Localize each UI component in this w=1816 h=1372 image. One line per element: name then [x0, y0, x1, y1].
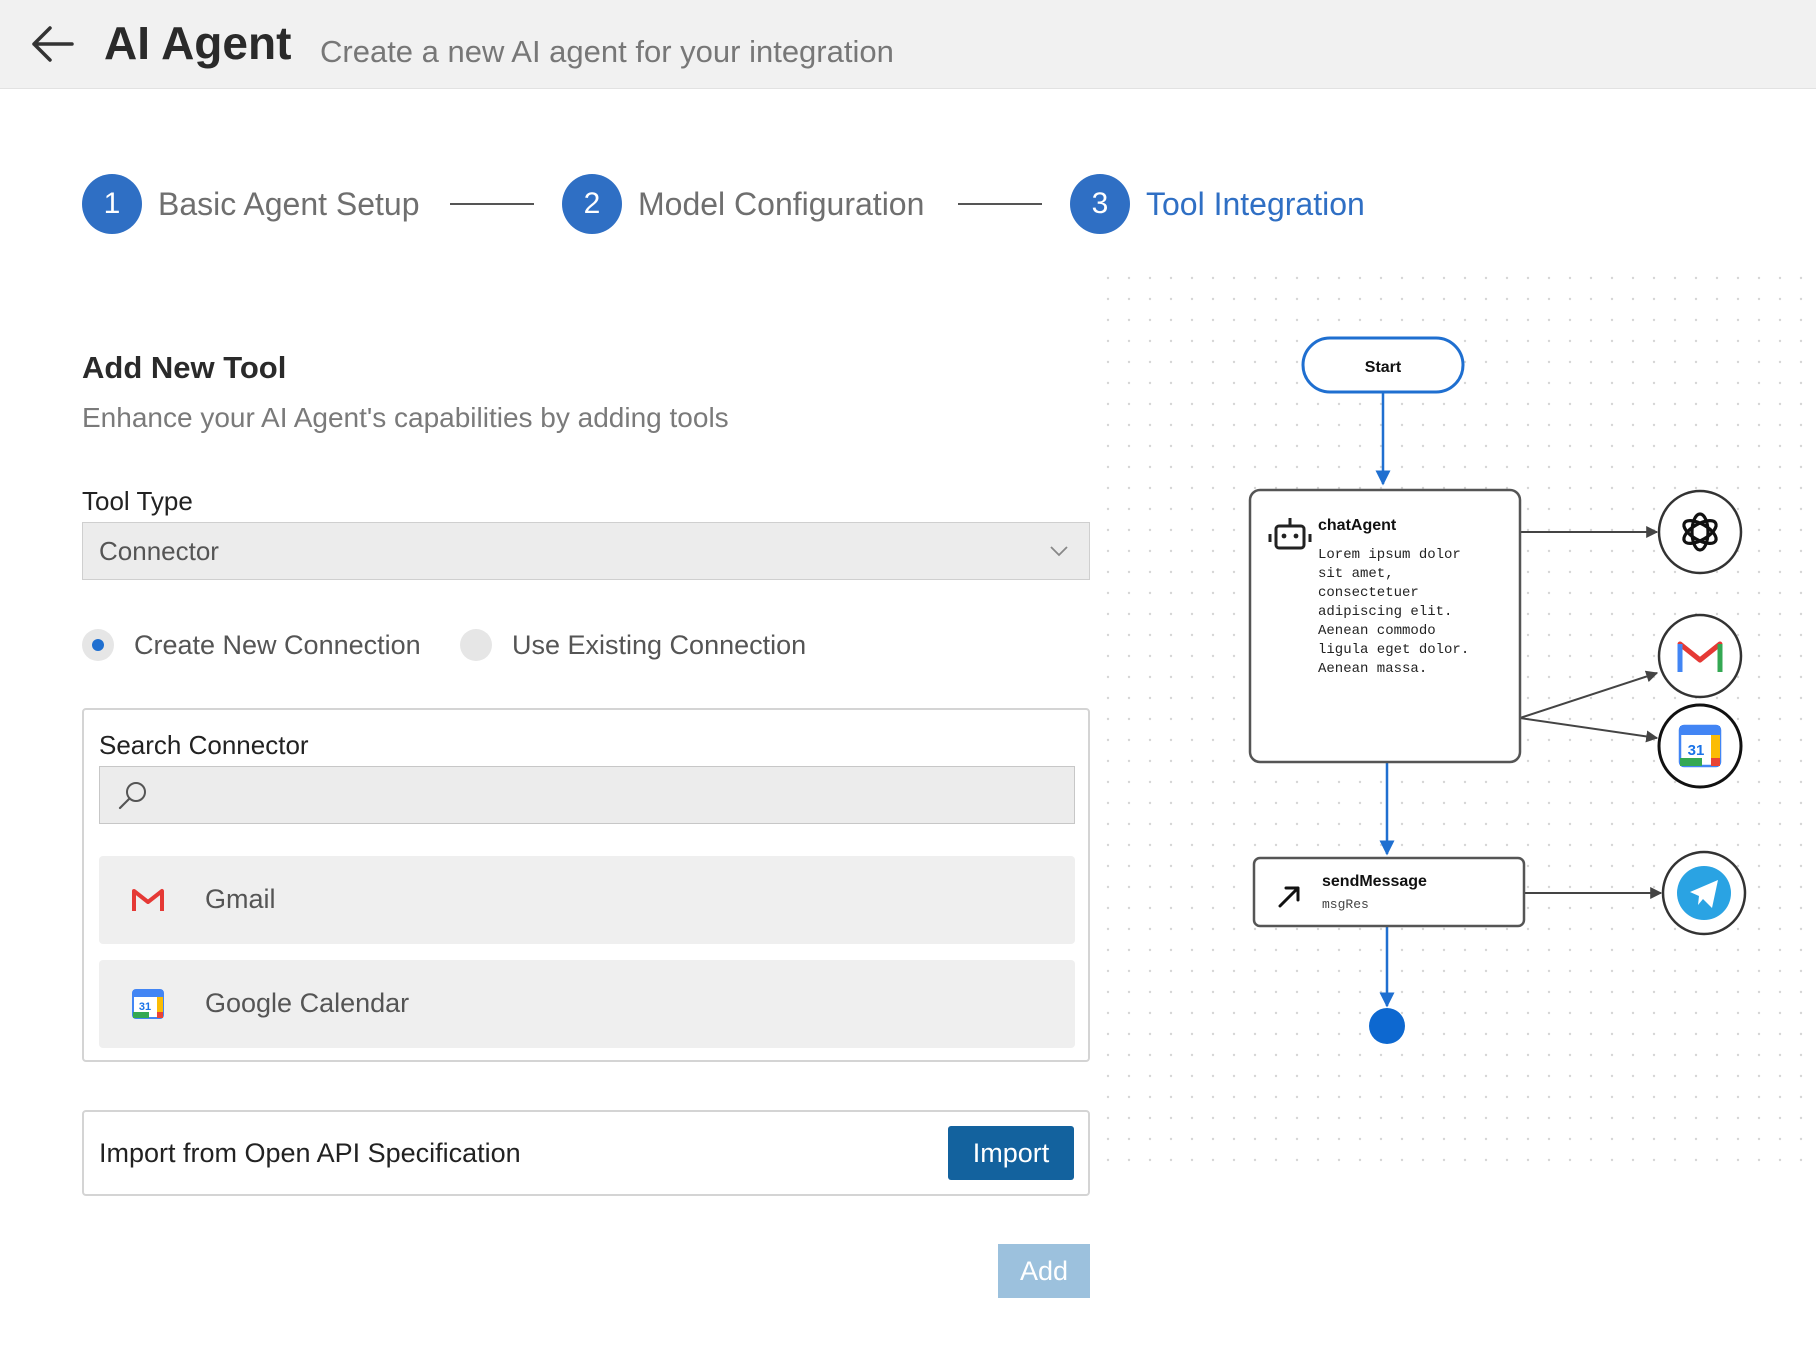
step-number: 1 [82, 174, 142, 234]
agent-description-line: Lorem ipsum dolor [1318, 547, 1461, 563]
start-label: Start [1365, 359, 1402, 376]
agent-description-line: ligula eget dolor. [1318, 642, 1469, 658]
section-title: Add New Tool [82, 350, 287, 385]
agent-title: chatAgent [1318, 517, 1397, 534]
radio-button-checked[interactable] [82, 629, 114, 661]
connector-item-google-calendar[interactable]: 31 Google Calendar [99, 960, 1075, 1048]
step-label: Model Configuration [638, 185, 925, 222]
add-button[interactable]: Add [998, 1244, 1090, 1298]
connector-label: Gmail [205, 884, 276, 914]
arrow-left-icon [32, 26, 74, 62]
flow-diagram: Start chatAgent Lorem ipsum dolor sit am… [1106, 276, 1816, 1176]
step-label: Basic Agent Setup [158, 185, 420, 222]
radio-label: Use Existing Connection [512, 629, 807, 660]
tool-type-select[interactable]: Connector [82, 522, 1090, 580]
end-node[interactable] [1369, 1008, 1405, 1044]
send-message-subtitle: msgRes [1322, 897, 1369, 912]
radio-create-new-connection[interactable]: Create New Connection [82, 628, 421, 662]
step-tool-integration[interactable]: 3 Tool Integration [1070, 174, 1365, 234]
gmail-icon [132, 889, 164, 911]
send-message-node[interactable]: sendMessage msgRes [1252, 856, 1526, 928]
calendar-day: 31 [139, 1001, 151, 1013]
radio-use-existing-connection[interactable]: Use Existing Connection [460, 628, 806, 662]
step-basic-agent-setup[interactable]: 1 Basic Agent Setup [82, 174, 420, 234]
step-model-configuration[interactable]: 2 Model Configuration [562, 174, 924, 234]
radio-button[interactable] [460, 629, 492, 661]
tool-type-value: Connector [99, 536, 219, 566]
connector-search-panel: Search Connector Gmail 31 Google Calenda… [82, 708, 1090, 1062]
agent-description-line: Aenean commodo [1318, 623, 1436, 639]
calendar-day: 31 [1688, 742, 1705, 759]
step-connector-line [958, 203, 1042, 205]
back-button[interactable] [28, 22, 76, 66]
step-connector-line [450, 203, 534, 205]
gmail-tool-node[interactable] [1657, 613, 1743, 699]
openai-tool-node[interactable] [1657, 489, 1743, 575]
step-number: 3 [1070, 174, 1130, 234]
telegram-icon [1677, 866, 1731, 920]
step-label: Tool Integration [1146, 185, 1365, 222]
radio-label: Create New Connection [134, 629, 421, 660]
send-message-title: sendMessage [1322, 873, 1427, 890]
google-calendar-icon: 31 [132, 989, 164, 1019]
import-button[interactable]: Import [948, 1126, 1074, 1180]
chat-agent-node[interactable]: chatAgent Lorem ipsum dolor sit amet, co… [1248, 488, 1522, 764]
import-openapi-panel: Import from Open API Specification Impor… [82, 1110, 1090, 1196]
agent-description-line: Aenean massa. [1318, 661, 1427, 677]
search-connector-label: Search Connector [99, 730, 309, 760]
page-subtitle: Create a new AI agent for your integrati… [320, 34, 894, 69]
step-number: 2 [562, 174, 622, 234]
search-connector-input[interactable] [99, 766, 1075, 824]
connector-item-gmail[interactable]: Gmail [99, 856, 1075, 944]
import-label: Import from Open API Specification [99, 1138, 521, 1168]
page-header: AI Agent Create a new AI agent for your … [0, 0, 1816, 89]
page-title: AI Agent [104, 17, 292, 69]
agent-description-line: consectetuer [1318, 585, 1419, 601]
section-subtitle: Enhance your AI Agent's capabilities by … [82, 402, 729, 433]
google-calendar-icon: 31 [1678, 724, 1722, 768]
google-calendar-tool-node[interactable]: 31 [1657, 703, 1743, 789]
connector-label: Google Calendar [205, 988, 410, 1018]
agent-description-line: adipiscing elit. [1318, 604, 1452, 620]
tool-type-label: Tool Type [82, 486, 193, 516]
telegram-tool-node[interactable] [1661, 850, 1747, 936]
start-node[interactable]: Start [1301, 336, 1465, 394]
agent-description-line: sit amet, [1318, 566, 1394, 582]
chevron-down-icon [1050, 546, 1068, 557]
search-icon [118, 782, 146, 810]
